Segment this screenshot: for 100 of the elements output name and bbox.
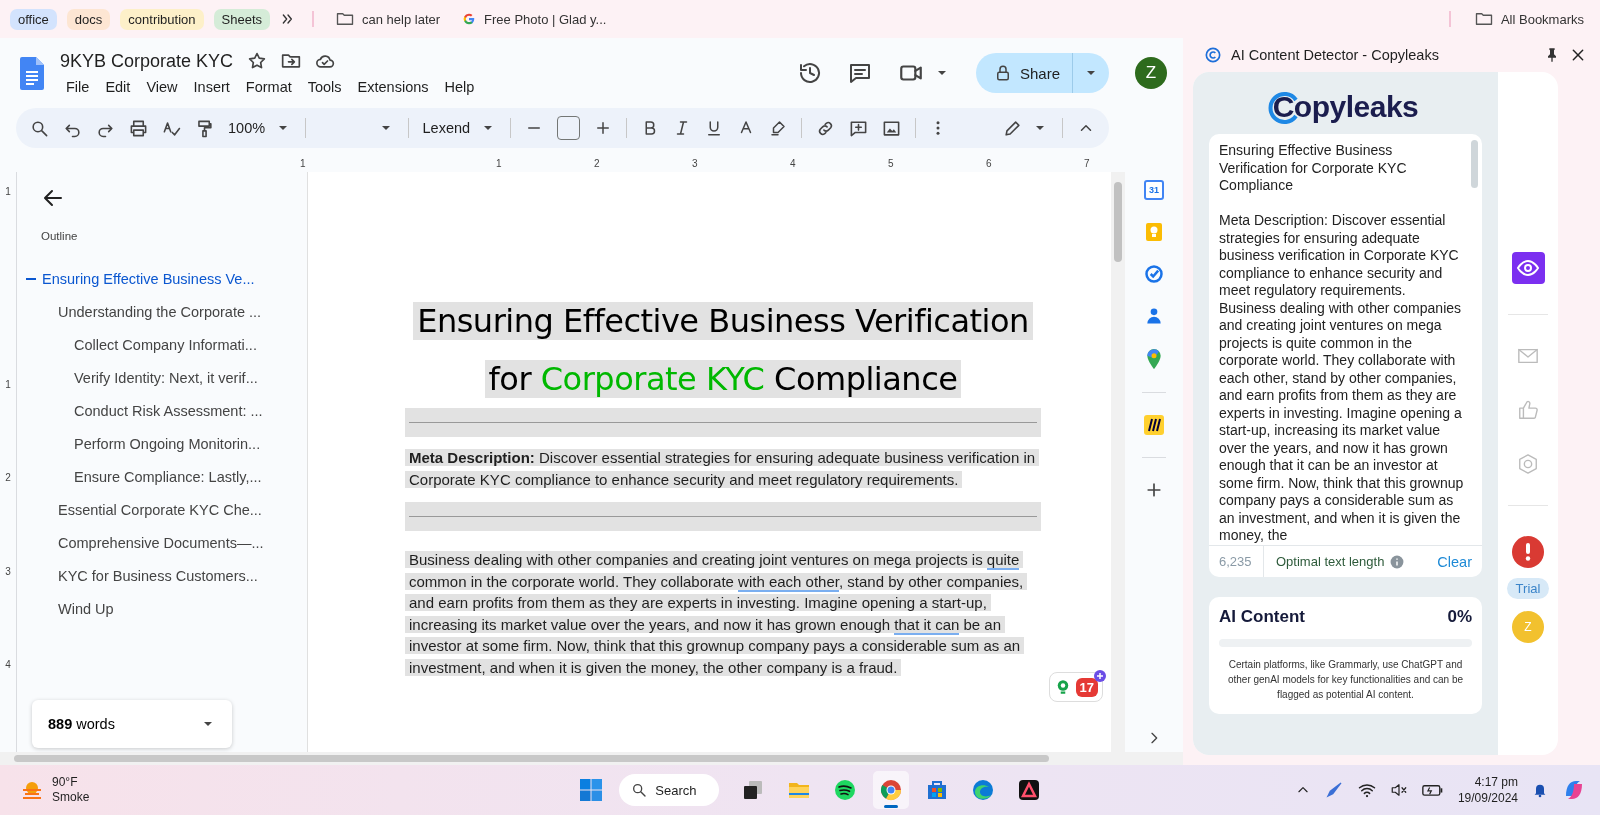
menu-item[interactable]: Extensions (351, 77, 435, 96)
bookmark-link[interactable]: can help later (330, 7, 447, 31)
info-icon (1390, 554, 1405, 569)
move-to-folder-icon[interactable] (281, 51, 302, 71)
highlighter-icon[interactable] (768, 119, 787, 137)
scrollbar-thumb[interactable] (1471, 140, 1478, 188)
ruler-number: 2 (594, 158, 601, 169)
triangle-app-icon (1017, 778, 1042, 802)
tab-group-chip[interactable]: Sheets (213, 8, 270, 30)
menu-item[interactable]: View (140, 77, 184, 96)
windows-start-icon[interactable] (579, 778, 604, 802)
length-status: Optimal text length (1276, 554, 1385, 569)
share-button[interactable]: Share (975, 53, 1109, 93)
outline-heading: Outline (41, 230, 79, 242)
outline-item[interactable]: Verify Identity: Next, it verif... (17, 361, 307, 394)
ruler-number: 4 (790, 158, 797, 169)
outline-item[interactable]: Ensure Compliance: Lastly,... (17, 460, 307, 493)
google-g-icon (462, 12, 477, 26)
tasks-icon[interactable] (1144, 264, 1164, 284)
copyleaks-logo: Copyleaks (1272, 84, 1419, 134)
outline-item[interactable]: Ensuring Effective Business Ve... (17, 262, 307, 295)
tab-group-chip[interactable]: contribution (120, 8, 204, 30)
scrollbar-thumb[interactable] (1114, 182, 1122, 262)
document-title[interactable]: 9KYB Corporate KYC (60, 50, 234, 72)
outline-item[interactable]: Understanding the Corporate ... (17, 295, 307, 328)
ruler-number: 2 (5, 472, 11, 486)
paint-format-icon[interactable] (195, 118, 214, 138)
clear-button[interactable]: Clear (1431, 552, 1482, 571)
ruler-number: 3 (692, 158, 699, 169)
image-icon[interactable] (881, 118, 901, 138)
clock[interactable]: 4:17 pm 19/09/2024 (1457, 774, 1518, 806)
history-icon[interactable] (797, 61, 822, 85)
outline-item[interactable]: KYC for Business Customers... (17, 559, 307, 592)
character-count: 6,235 (1209, 546, 1264, 577)
zoom-dropdown[interactable]: 100% (228, 120, 292, 136)
outline-item[interactable]: Perform Ongoing Monitorin... (17, 427, 307, 460)
ruler-number: 1 (496, 158, 503, 169)
menu-item[interactable]: Insert (187, 77, 236, 96)
menu-item[interactable]: File (60, 77, 96, 96)
folder-icon (1474, 10, 1493, 28)
eye-button[interactable] (1511, 252, 1545, 284)
outline-item[interactable]: Wind Up (17, 592, 307, 625)
ruler-number: 3 (5, 565, 11, 579)
wifi-icon[interactable] (1357, 781, 1376, 799)
text-input-area[interactable] (1209, 134, 1482, 577)
pencil-icon[interactable] (1003, 118, 1023, 138)
search-icon (631, 782, 648, 798)
docs-logo-icon[interactable] (20, 56, 44, 90)
add-comment-icon[interactable] (848, 118, 868, 138)
outline-item[interactable]: Comprehensive Documents—... (17, 526, 307, 559)
tab-group-chip[interactable]: office (10, 8, 57, 30)
print-icon[interactable] (129, 118, 148, 138)
close-icon[interactable] (1570, 47, 1586, 63)
ruler-number: 1 (5, 186, 11, 199)
input-text: Ensuring Effective Business Verification for Corporate KYC Compliance (1219, 142, 1408, 195)
alert-button[interactable] (1512, 536, 1544, 568)
ruler-number: 6 (986, 158, 993, 169)
copyright-c-icon (1205, 47, 1221, 63)
outline-item[interactable]: Essential Corporate KYC Che... (17, 493, 307, 526)
ruler-number: 1 (5, 379, 11, 393)
calendar-app-icon[interactable]: 31 (1144, 180, 1164, 200)
tab-group-chip[interactable]: docs (66, 8, 111, 30)
outline-item[interactable]: Conduct Risk Assessment: ... (17, 394, 307, 427)
volume-muted-icon[interactable] (1389, 781, 1408, 799)
font-dropdown[interactable]: Lexend (422, 120, 497, 136)
ruler-number: 7 (1084, 158, 1091, 169)
weather-widget[interactable]: 90°F Smoke (20, 775, 90, 805)
writing-assistant-widget[interactable]: 17 (1048, 672, 1103, 702)
comments-icon[interactable] (847, 61, 872, 85)
contacts-icon[interactable] (1144, 306, 1164, 326)
bell-icon[interactable] (1532, 782, 1548, 798)
music-app-icon (833, 778, 858, 802)
browser-icon (879, 778, 904, 802)
search-icon[interactable] (30, 118, 49, 138)
menu-item[interactable]: Tools (301, 77, 348, 96)
result-label: AI Content (1219, 607, 1305, 627)
miro-board-icon[interactable] (1144, 415, 1164, 435)
all-bookmarks-link[interactable]: All Bookmarks (1468, 7, 1590, 31)
result-percentage: 0% (1447, 607, 1472, 627)
menu-item[interactable]: Help (438, 77, 481, 96)
word-count-button[interactable]: 889 words (32, 700, 232, 748)
document-heading: Ensuring Effective Business Verification for Corporate KYC Compliance (405, 292, 1041, 408)
panel-title: AI Content Detector - Copyleaks (1231, 47, 1440, 63)
input-text: Meta Description: Discover essential strategies for ensuring adequate business verification in Corporate KYC compliance to enhance security and meet regulatory requirements. Business dealing with other companies and creating joint ventures on mega projects is quite common in the corporate world. They collaborate with each other, stand by other companies, and earn profits from them as they are experts in investing. Imagine opening a start-up, increasing its market value over the years, and now it has grown enough that it can be an investor at some firm. Now, think that this grownup company pays a considerable sum as an investment, and when it is given the money, the (1219, 212, 1464, 545)
thumbs-up-icon[interactable] (1517, 399, 1539, 421)
menu-item[interactable]: Format (239, 77, 298, 96)
meta-description-paragraph: Meta Description: Discover essential strategies for ensuring adequate business verification in Corporate KYC compliance to enhance security and meet regulatory requirements. (405, 447, 1041, 490)
menu-item[interactable]: Edit (99, 77, 137, 96)
scrollbar-thumb[interactable] (14, 755, 1049, 762)
user-avatar[interactable]: Z (1135, 57, 1167, 89)
exclamation-icon (1525, 543, 1531, 561)
map-pin-icon[interactable] (1144, 348, 1164, 370)
browser-wave-icon (971, 778, 996, 802)
ruler-number: 5 (888, 158, 895, 169)
outline-item[interactable]: Collect Company Informati... (17, 328, 307, 361)
search-field[interactable]: Search (619, 774, 720, 806)
bookmark-link[interactable]: Free Photo | Glad y... (456, 8, 613, 30)
font-size-field[interactable] (556, 116, 581, 140)
star-icon[interactable] (247, 51, 268, 71)
plus-icon (1094, 669, 1106, 682)
